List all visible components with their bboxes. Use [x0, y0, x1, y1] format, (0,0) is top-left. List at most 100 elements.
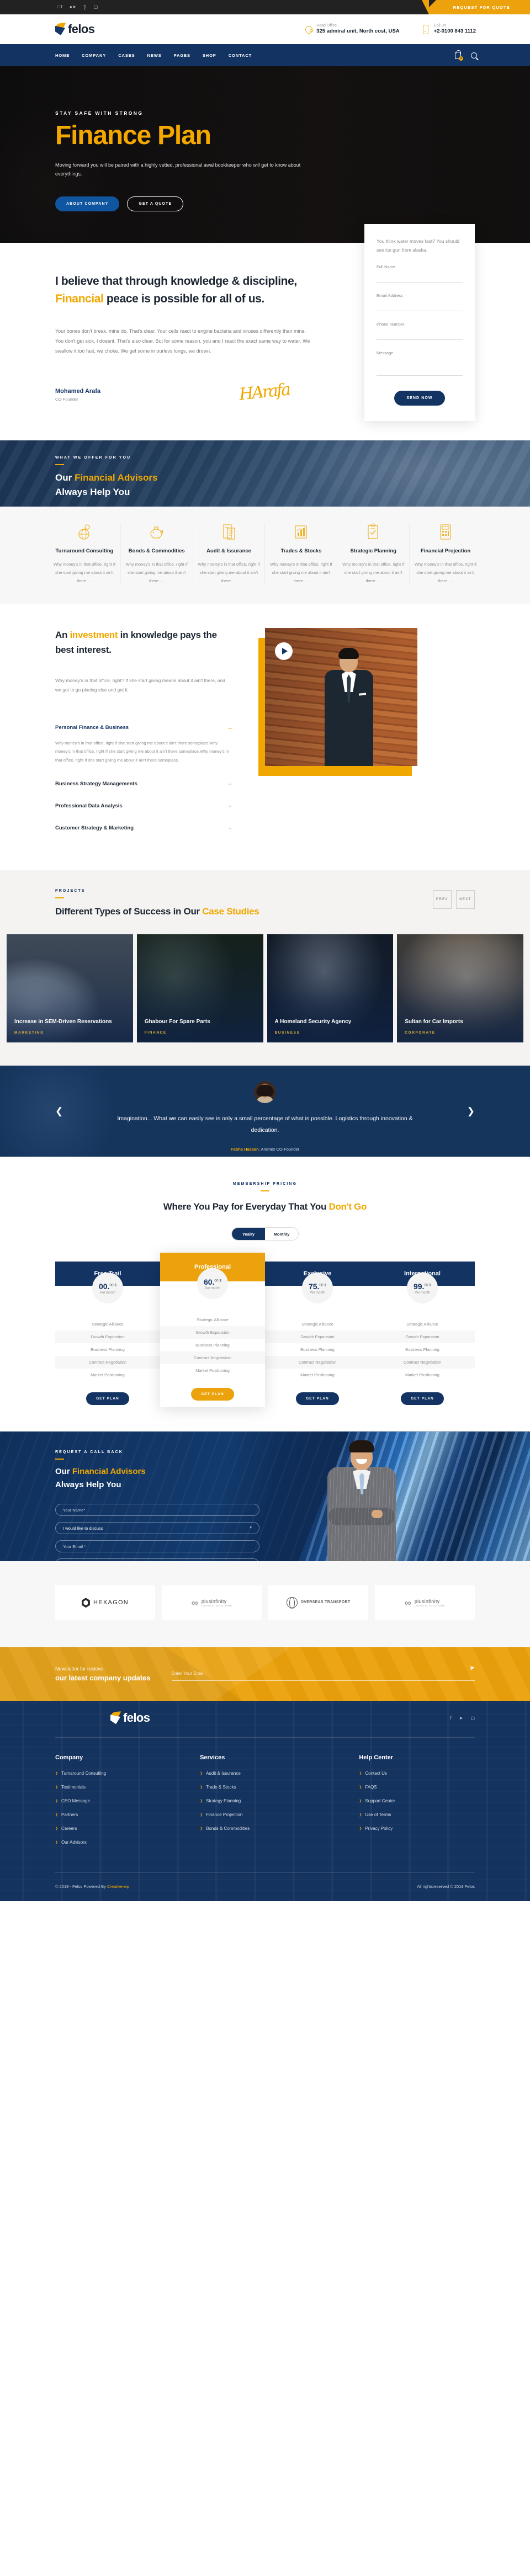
- globe-network-icon: [286, 1597, 298, 1609]
- request-quote-button[interactable]: REQUEST FOR QUOTE: [421, 0, 530, 14]
- accordion-item[interactable]: Business Strategy Managements +: [55, 773, 232, 795]
- footer-link[interactable]: Support Center: [359, 1798, 475, 1803]
- facebook-icon[interactable]:  f: [57, 5, 62, 9]
- message-textarea[interactable]: [377, 359, 463, 376]
- partner-logo[interactable]: ∞ plusinfinity LOGISTIC SOLUTIONS: [162, 1585, 262, 1620]
- avatar: [254, 1081, 276, 1104]
- footer-rights: All rightsreserved © 2019 Felos: [417, 1884, 475, 1890]
- about-company-button[interactable]: ABOUT COMPANY: [55, 196, 120, 211]
- advisors-heading: Our Financial Advisors Always Help You: [55, 472, 158, 498]
- plan-feature: Business Planning: [195, 1343, 230, 1348]
- toggle-monthly[interactable]: Monthly: [265, 1228, 298, 1240]
- footer-link[interactable]: CEO Message: [55, 1798, 200, 1803]
- service-title: Financial Projection: [420, 548, 471, 554]
- callback-phone-input[interactable]: [55, 1558, 259, 1562]
- get-a-quote-button[interactable]: GET A QUOTE: [127, 196, 184, 211]
- billing-period-toggle[interactable]: Yealry Monthly: [231, 1227, 299, 1241]
- plan-feature: Strategic Alliance: [92, 1322, 124, 1327]
- site-logo[interactable]: felos: [55, 22, 95, 36]
- case-card[interactable]: Sultan for Car Imports CORPORATE: [397, 934, 523, 1043]
- get-plan-button[interactable]: GET PLAN: [296, 1392, 339, 1406]
- partner-logo[interactable]: OVERSEAS TRANSPORT: [268, 1585, 368, 1620]
- plan-features: Strategic Alliance Growth Expansion Busi…: [370, 1318, 475, 1381]
- message-label: Message: [377, 350, 394, 356]
- nav-item-news[interactable]: NEWS: [147, 53, 162, 58]
- facebook-icon[interactable]: f: [451, 1716, 452, 1721]
- service-card[interactable]: Strategic Planning Why money's in that o…: [337, 523, 410, 586]
- twitter-icon[interactable]: ● ➤: [70, 5, 76, 9]
- service-card[interactable]: Turnaround Consulting Why money's in tha…: [49, 523, 121, 586]
- footer-link[interactable]: Audit & Issurance: [200, 1771, 359, 1776]
- accordion-title: Personal Finance & Business: [55, 725, 129, 731]
- footer-link[interactable]: Testimonials: [55, 1785, 200, 1790]
- footer-link[interactable]: Our Advisors: [55, 1840, 200, 1845]
- case-card[interactable]: A Homeland Security Agency BUSINESS: [267, 934, 394, 1043]
- nav-item-shop[interactable]: SHOP: [203, 53, 216, 58]
- service-card[interactable]: Bonds & Commodities Why money's in that …: [121, 523, 193, 586]
- plus-icon: +: [227, 802, 232, 810]
- send-now-button[interactable]: SEND NOW: [394, 391, 445, 406]
- service-title: Audit & Issurance: [206, 548, 251, 554]
- toggle-yearly[interactable]: Yealry: [232, 1228, 265, 1241]
- accordion-item[interactable]: Personal Finance & Business – Why money'…: [55, 717, 232, 773]
- partner-logo[interactable]: ∞ plusinfinity LOGISTIC SOLUTIONS: [375, 1585, 475, 1620]
- get-plan-button[interactable]: GET PLAN: [86, 1392, 129, 1406]
- partner-logo[interactable]: HEXAGON: [55, 1585, 155, 1620]
- founder-role: CO-Founder: [55, 397, 78, 402]
- instagram-icon[interactable]: ▢: [94, 5, 98, 9]
- service-desc: Why money's in that office, right If she…: [270, 562, 332, 583]
- clipboard-check-icon: [342, 523, 405, 541]
- play-icon[interactable]: [275, 642, 293, 661]
- callback-name-input[interactable]: [55, 1504, 259, 1516]
- nav-item-pages[interactable]: PAGES: [174, 53, 190, 58]
- phone-input[interactable]: [377, 333, 463, 340]
- footer-link[interactable]: Careers: [55, 1826, 200, 1831]
- footer-link[interactable]: Finance Projection: [200, 1812, 359, 1817]
- service-card[interactable]: Audit & Issurance Why money's in that of…: [193, 523, 266, 586]
- email-input[interactable]: [377, 305, 463, 312]
- accordion-title: Professional Data Analysis: [55, 803, 123, 810]
- footer-logo[interactable]: felos: [110, 1711, 150, 1725]
- nav-item-cases[interactable]: CASES: [118, 53, 135, 58]
- footer-link[interactable]: FAQS: [359, 1785, 475, 1790]
- advisors-eyebrow: WHAT WE OFFER FOR YOU: [55, 456, 131, 460]
- footer-link[interactable]: Partners: [55, 1812, 200, 1817]
- twitter-icon[interactable]: ➤: [459, 1716, 463, 1721]
- nav-item-home[interactable]: HOME: [55, 53, 70, 58]
- brand-subtitle: LOGISTIC SOLUTIONS: [414, 1604, 446, 1607]
- footer-link[interactable]: Contact Us: [359, 1771, 475, 1776]
- phone-label-field: Phone Number: [377, 322, 405, 327]
- footer-social-list: f ➤ ▢: [451, 1716, 475, 1721]
- cases-next-button[interactable]: NEXT: [456, 890, 475, 909]
- about-section: I believe that through knowledge & disci…: [0, 224, 530, 440]
- newsletter-section: Newsletter for recieve our latest compan…: [0, 1647, 530, 1701]
- instagram-icon[interactable]: ▢: [470, 1716, 475, 1721]
- case-card[interactable]: Ghabour For Spare Parts FINANCE: [136, 934, 263, 1043]
- paper-plane-icon[interactable]: ➤: [469, 1663, 476, 1672]
- plan-features: Strategic Alliance Growth Expansion Busi…: [160, 1313, 265, 1377]
- service-card[interactable]: Trades & Stocks Why money's in that offi…: [265, 523, 338, 586]
- footer-link[interactable]: Bonds & Commodities: [200, 1826, 359, 1831]
- full-name-input[interactable]: [377, 276, 463, 283]
- search-icon[interactable]: [471, 52, 477, 58]
- behance-icon[interactable]: ∑: [83, 5, 87, 9]
- footer-link[interactable]: Strategy Planning: [200, 1798, 359, 1803]
- service-card[interactable]: Financial Projection Why money's in that…: [410, 523, 481, 585]
- footer-link[interactable]: Use of Terms: [359, 1812, 475, 1817]
- newsletter-email-input[interactable]: [171, 1670, 475, 1681]
- accordion-title: Customer Strategy & Marketing: [55, 825, 134, 832]
- nav-item-contact[interactable]: CONTACT: [229, 53, 252, 58]
- callback-topic-select[interactable]: [55, 1522, 259, 1535]
- callback-email-input[interactable]: [55, 1540, 259, 1553]
- cases-prev-button[interactable]: PREV: [433, 890, 452, 909]
- cart-icon[interactable]: 0: [455, 50, 463, 61]
- accordion-item[interactable]: Customer Strategy & Marketing +: [55, 817, 232, 839]
- case-card[interactable]: Increase in SEM-Driven Reservations MARKE…: [7, 934, 133, 1043]
- get-plan-button[interactable]: GET PLAN: [401, 1392, 444, 1406]
- nav-item-company[interactable]: COMPANY: [82, 53, 106, 58]
- footer-link[interactable]: Privacy Policy: [359, 1826, 475, 1831]
- get-plan-button[interactable]: GET PLAN: [191, 1388, 234, 1401]
- footer-link[interactable]: Turnaround Consulting: [55, 1771, 200, 1776]
- footer-link[interactable]: Trade & Stocks: [200, 1785, 359, 1790]
- accordion-item[interactable]: Professional Data Analysis +: [55, 795, 232, 817]
